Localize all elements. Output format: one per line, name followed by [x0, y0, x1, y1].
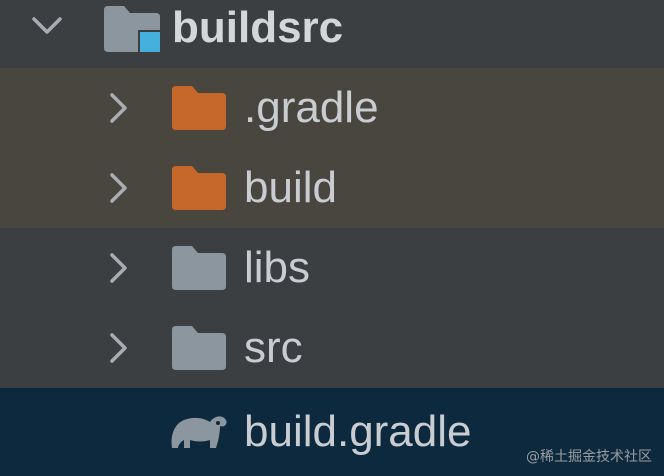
tree-row-gradle-dir[interactable]: .gradle: [0, 68, 664, 148]
tree-row-label: build.gradle: [244, 407, 472, 456]
excluded-folder-icon: [170, 164, 228, 212]
tree-row-libs-dir[interactable]: libs: [0, 228, 664, 308]
chevron-right-icon[interactable]: [104, 171, 132, 205]
tree-row-label: build: [244, 163, 337, 212]
tree-row-label: .gradle: [244, 83, 379, 132]
chevron-down-icon[interactable]: [30, 11, 62, 45]
tree-row-label: buildsrc: [172, 3, 344, 52]
watermark-text: @稀土掘金技术社区: [526, 449, 652, 465]
excluded-folder-icon: [170, 84, 228, 132]
chevron-right-icon[interactable]: [104, 251, 132, 285]
tree-row-build-dir[interactable]: build: [0, 148, 664, 228]
gradle-elephant-icon: [166, 404, 227, 452]
project-tree: buildsrc .gradle build libs src build.gr…: [0, 0, 664, 476]
folder-icon: [170, 244, 228, 292]
tree-row-buildsrc[interactable]: buildsrc: [0, 0, 664, 64]
module-folder-icon: [102, 4, 160, 52]
chevron-right-icon[interactable]: [104, 91, 132, 125]
tree-row-src-dir[interactable]: src: [0, 308, 664, 388]
chevron-right-icon[interactable]: [104, 331, 132, 365]
tree-row-label: src: [244, 323, 303, 372]
folder-icon: [170, 324, 228, 372]
tree-row-label: libs: [244, 243, 311, 292]
